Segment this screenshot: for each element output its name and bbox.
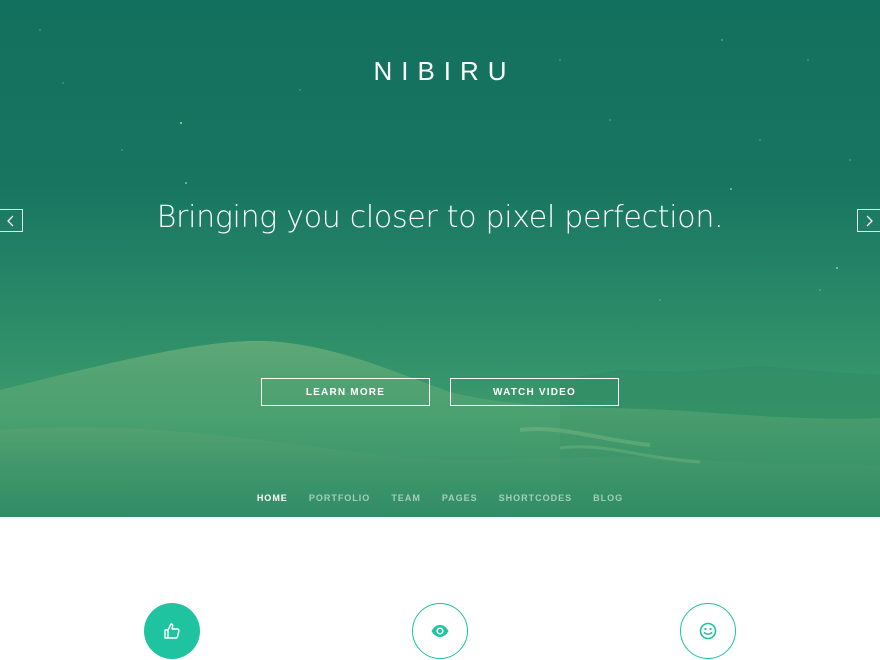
nav-item-blog[interactable]: BLOG <box>583 493 634 503</box>
hero-headline: Bringing you closer to pixel perfection. <box>156 200 724 235</box>
features-section <box>0 517 880 660</box>
smiley-badge <box>680 603 736 659</box>
site-logo[interactable]: NIBIRU <box>0 56 880 87</box>
nav-item-team[interactable]: TEAM <box>381 493 432 503</box>
hero-section: NIBIRU Bringing you closer to pixel perf… <box>0 0 880 517</box>
eye-icon <box>431 625 449 637</box>
main-navigation: HOME PORTFOLIO TEAM PAGES SHORTCODES BLO… <box>0 493 880 503</box>
nav-item-home[interactable]: HOME <box>246 493 298 503</box>
thumbs-up-badge <box>144 603 200 659</box>
nav-item-portfolio[interactable]: PORTFOLIO <box>298 493 381 503</box>
eye-badge <box>412 603 468 659</box>
nav-item-shortcodes[interactable]: SHORTCODES <box>488 493 583 503</box>
learn-more-button[interactable]: LEARN MORE <box>261 378 430 406</box>
smiley-icon <box>699 622 717 640</box>
thumbs-up-icon <box>164 623 180 639</box>
nav-item-pages[interactable]: PAGES <box>431 493 488 503</box>
watch-video-button[interactable]: WATCH VIDEO <box>450 378 619 406</box>
